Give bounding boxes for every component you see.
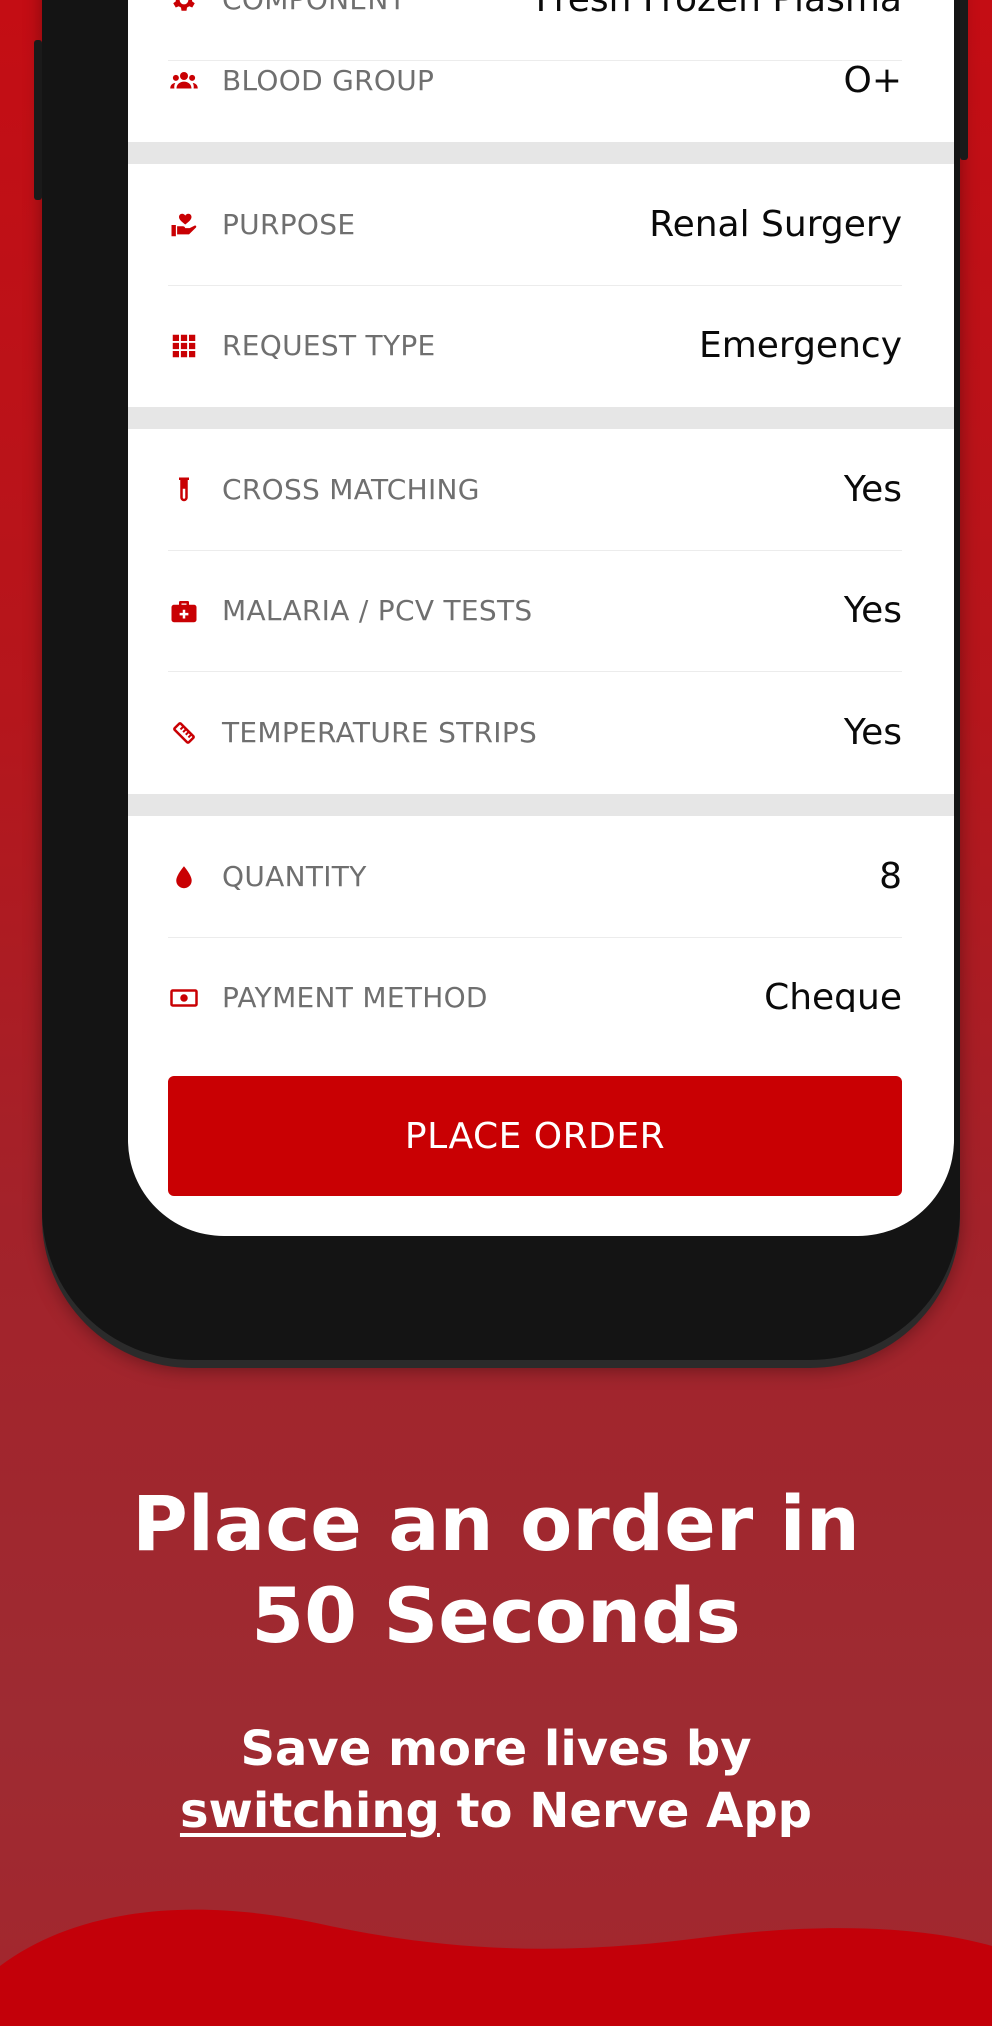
row-label: PAYMENT METHOD [222, 981, 488, 1014]
row-label: PURPOSE [222, 208, 356, 241]
section-divider [128, 794, 954, 816]
row-value: Renal Surgery [649, 204, 902, 245]
hand-heart-icon [168, 209, 200, 241]
cash-icon [168, 982, 200, 1014]
subline-line-2: switching to Nerve App [0, 1780, 992, 1842]
row-label: CROSS MATCHING [222, 473, 480, 506]
decorative-wave [0, 1909, 992, 2026]
quantity-row[interactable]: QUANTITY 8 [168, 816, 902, 938]
subline-line-1: Save more lives by [240, 1721, 752, 1777]
phone-power-button [960, 0, 968, 160]
row-value: Yes [843, 590, 902, 631]
test-tube-icon [168, 474, 200, 506]
row-label: REQUEST TYPE [222, 329, 436, 362]
grid-icon [168, 330, 200, 362]
medkit-icon [168, 595, 200, 627]
headline-line-2: 50 Seconds [251, 1571, 741, 1660]
blood-group-row[interactable]: BLOOD GROUP O+ [168, 20, 902, 141]
subline-rest: to Nerve App [439, 1783, 813, 1839]
row-value: Fresh Frozen Plasma [536, 0, 902, 20]
group-icon [168, 65, 200, 97]
headline-line-1: Place an order in [132, 1479, 860, 1568]
promo-subline: Save more lives by switching to Nerve Ap… [0, 1718, 992, 1842]
row-label: COMPONENT [222, 0, 536, 16]
promo-headline: Place an order in 50 Seconds [0, 1478, 992, 1662]
gear-icon [168, 0, 200, 16]
row-label: MALARIA / PCV TESTS [222, 594, 533, 627]
phone-frame: COMPONENT Fresh Frozen Plasma BLOOD GROU… [34, 0, 968, 1360]
strip-icon [168, 717, 200, 749]
phone-side-button [34, 40, 42, 200]
malaria-pcv-row[interactable]: MALARIA / PCV TESTS Yes [168, 550, 902, 672]
scroll-clip [128, 1012, 954, 1076]
row-value: Emergency [698, 325, 902, 366]
section-divider [128, 407, 954, 429]
row-value: 8 [879, 856, 902, 897]
row-value: O+ [843, 60, 903, 101]
temperature-strips-row[interactable]: TEMPERATURE STRIPS Yes [168, 672, 902, 793]
order-summary-screen: COMPONENT Fresh Frozen Plasma BLOOD GROU… [128, 0, 954, 1236]
request-type-row[interactable]: REQUEST TYPE Emergency [168, 285, 902, 406]
row-label: TEMPERATURE STRIPS [222, 716, 538, 749]
row-label: BLOOD GROUP [222, 64, 435, 97]
row-value: Yes [843, 712, 902, 753]
row-label: QUANTITY [222, 860, 367, 893]
place-order-button[interactable]: PLACE ORDER [168, 1076, 902, 1196]
purpose-row[interactable]: PURPOSE Renal Surgery [168, 164, 902, 286]
switching-link[interactable]: switching [180, 1783, 440, 1839]
row-value: Yes [843, 469, 902, 510]
section-divider [128, 142, 954, 164]
blood-drop-icon [168, 861, 200, 893]
cross-matching-row[interactable]: CROSS MATCHING Yes [168, 429, 902, 551]
